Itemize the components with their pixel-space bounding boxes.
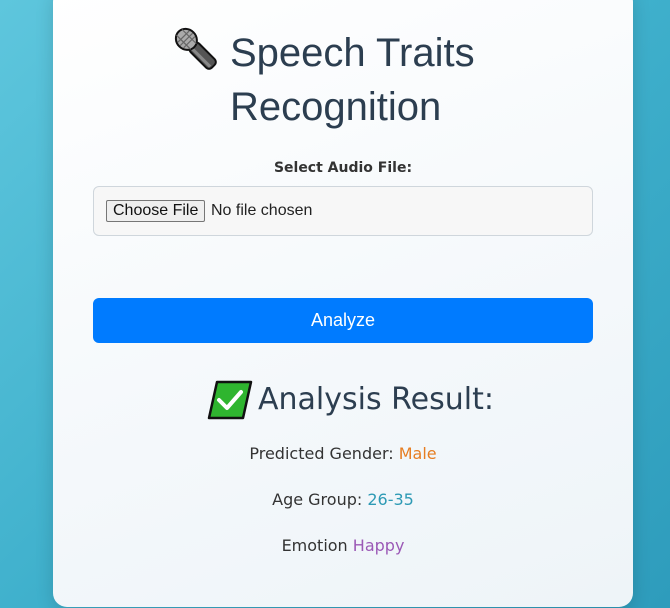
file-status-text: No file chosen	[211, 202, 313, 219]
result-title: Analysis Result:	[258, 382, 494, 417]
emotion-result: Emotion Happy	[53, 536, 633, 555]
analyze-button[interactable]: Analyze	[93, 298, 593, 343]
gender-value: Male	[398, 444, 437, 463]
age-result: Age Group: 26-35	[53, 490, 633, 509]
choose-file-button[interactable]: Choose File	[106, 200, 206, 222]
age-value: 26-35	[367, 490, 414, 509]
age-label: Age Group:	[272, 490, 363, 509]
main-card: Speech Traits Recognition Select Audio F…	[53, 0, 633, 607]
microphone-icon	[174, 27, 217, 70]
page-title-line2: Recognition	[230, 85, 442, 129]
result-heading: Analysis Result:	[53, 380, 633, 424]
file-label: Select Audio File:	[273, 160, 413, 176]
page-title: Speech Traits Recognition	[230, 26, 530, 134]
gender-result: Predicted Gender: Male	[53, 444, 633, 463]
gender-label: Predicted Gender:	[249, 444, 394, 463]
page-title-line1: Speech Traits	[230, 31, 475, 75]
emotion-label: Emotion	[281, 536, 348, 555]
file-input[interactable]: Choose File No file chosen	[93, 186, 593, 236]
emotion-value: Happy	[352, 536, 405, 555]
check-mark-icon	[207, 380, 253, 420]
